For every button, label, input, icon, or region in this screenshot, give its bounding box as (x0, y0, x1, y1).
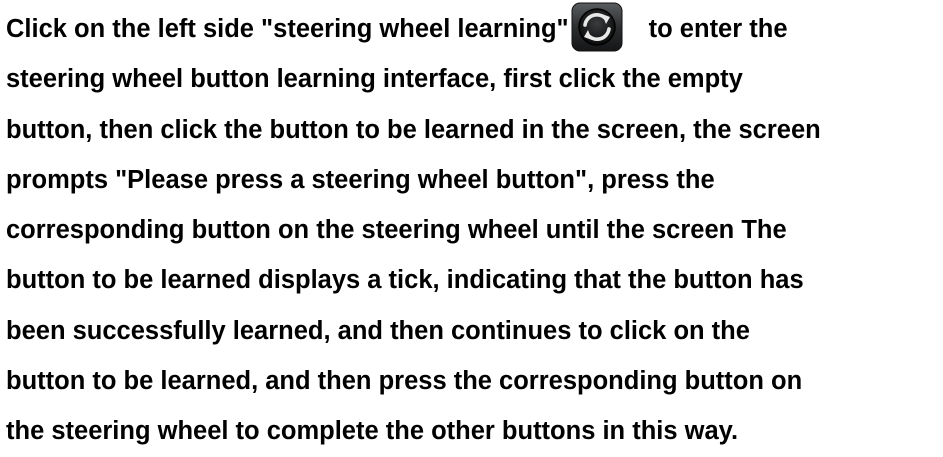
paragraph-line-5: corresponding button on the steering whe… (6, 216, 787, 245)
refresh-icon-graphic (571, 2, 623, 52)
paragraph-line-2: steering wheel button learning interface… (6, 65, 743, 94)
paragraph-line-7: been successfully learned, and then cont… (6, 316, 750, 345)
paragraph-line-8: button to be learned, and then press the… (6, 367, 803, 396)
paragraph-line-3: button, then click the button to be lear… (6, 115, 821, 144)
line-1-text-start: Click on the left side "steering wheel l… (6, 15, 569, 43)
paragraph-line-9: the steering wheel to complete the other… (6, 417, 739, 446)
paragraph-line-6: button to be learned displays a tick, in… (6, 266, 804, 295)
instruction-paragraph: Click on the left side "steering wheel l… (6, 2, 941, 457)
paragraph-line-4: prompts "Please press a steering wheel b… (6, 165, 715, 194)
line-1-text-end: to enter the (648, 15, 788, 43)
paragraph-line-1: Click on the left side "steering wheel l… (6, 2, 941, 54)
refresh-icon (571, 2, 623, 52)
page: { "paragraph": { "line1_before_icon": "C… (0, 0, 943, 445)
